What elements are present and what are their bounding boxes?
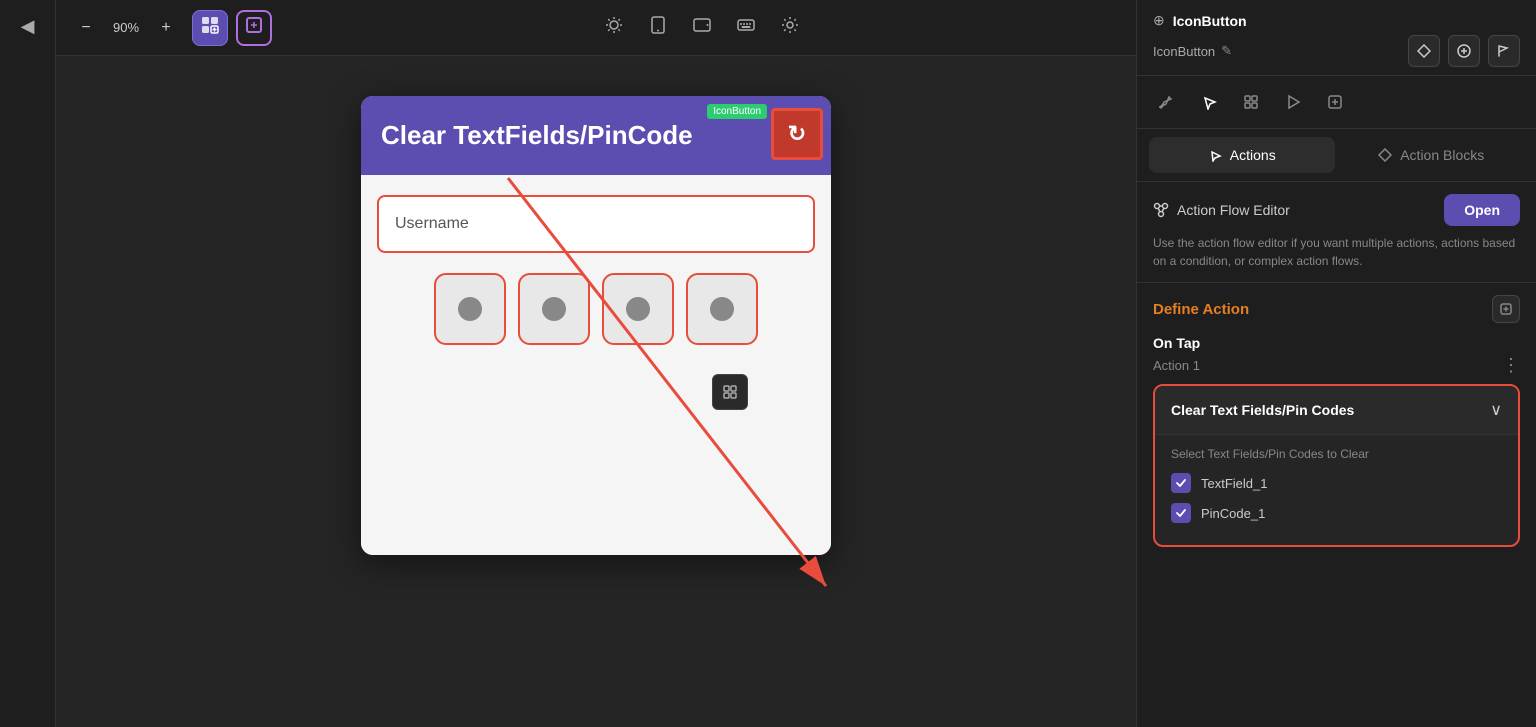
add-tool-button[interactable]: [1317, 84, 1353, 120]
clear-card-title: Clear Text Fields/Pin Codes: [1171, 402, 1354, 418]
clear-card-header: Clear Text Fields/Pin Codes ∨: [1155, 386, 1518, 435]
pin-cell-4[interactable]: [686, 273, 758, 345]
panel-component-subtitle: IconButton: [1153, 44, 1215, 59]
main-area: − 90% +: [56, 0, 1136, 727]
component-icon: [245, 16, 263, 39]
settings-icon: [781, 16, 799, 39]
action-flow-section: Action Flow Editor Open Use the action f…: [1137, 182, 1536, 283]
tablet-view-button[interactable]: [684, 10, 720, 46]
action-blocks-tab-label: Action Blocks: [1400, 147, 1484, 163]
panel-component-title: IconButton: [1173, 13, 1247, 29]
left-sidebar: ◀: [0, 0, 56, 727]
refresh-icon: ↻: [788, 121, 806, 147]
actions-tab-label: Actions: [1230, 147, 1276, 163]
clear-text-fields-card: Clear Text Fields/Pin Codes ∨ Select Tex…: [1153, 384, 1520, 547]
action-1-menu-button[interactable]: ⋮: [1502, 355, 1520, 376]
action-blocks-tab[interactable]: Action Blocks: [1339, 137, 1525, 173]
phone-mockup: IconButton Clear TextFields/PinCode ↻ Us…: [361, 96, 831, 555]
clear-card-body: Select Text Fields/Pin Codes to Clear Te…: [1155, 435, 1518, 545]
phone-icon-button[interactable]: ↻: [771, 108, 823, 160]
action-1-row: Action 1 ⋮: [1153, 355, 1520, 376]
action-1-label: Action 1: [1153, 358, 1200, 373]
open-button[interactable]: Open: [1444, 194, 1520, 226]
pincode-checkbox-row: PinCode_1: [1171, 503, 1502, 523]
canvas-area: IconButton Clear TextFields/PinCode ↻ Us…: [56, 56, 1136, 727]
flag-icon-button[interactable]: [1488, 35, 1520, 67]
tablet-view-icon: [693, 18, 711, 37]
pin-row: [377, 273, 815, 345]
pincode-label: PinCode_1: [1201, 506, 1265, 521]
component-plus-icon: ⊕: [1153, 12, 1165, 29]
settings-button[interactable]: [772, 10, 808, 46]
diamond-icon-button[interactable]: [1408, 35, 1440, 67]
clear-card-chevron[interactable]: ∨: [1490, 400, 1502, 420]
pin-dot-2: [542, 297, 566, 321]
textfield-checkbox-row: TextField_1: [1171, 473, 1502, 493]
minus-icon: −: [81, 19, 90, 37]
zoom-in-button[interactable]: +: [148, 10, 184, 46]
textfield-checkbox[interactable]: [1171, 473, 1191, 493]
zoom-controls: − 90% +: [68, 10, 184, 46]
grid-tool-button[interactable]: [1233, 84, 1269, 120]
connector-button[interactable]: [712, 374, 748, 410]
phone-view-icon: [651, 16, 665, 39]
phone-content: Username: [361, 175, 831, 555]
collapse-button[interactable]: ◀: [10, 8, 46, 44]
panel-toolbar: [1137, 76, 1536, 129]
interaction-tool-button[interactable]: [1191, 84, 1227, 120]
phone-title: Clear TextFields/PinCode: [381, 120, 811, 151]
right-panel: ⊕ IconButton IconButton ✎: [1136, 0, 1536, 727]
keyboard-icon: [737, 18, 755, 37]
define-action-title: Define Action: [1153, 301, 1249, 318]
pin-dot-3: [626, 297, 650, 321]
add-panel-button[interactable]: [1448, 35, 1480, 67]
brush-tool-button[interactable]: [1149, 84, 1185, 120]
define-action-section: Define Action On Tap Action 1 ⋮ Clear Te…: [1137, 283, 1536, 559]
action-flow-editor-label: Action Flow Editor: [1177, 202, 1290, 218]
play-tool-button[interactable]: [1275, 84, 1311, 120]
pin-dot-4: [710, 297, 734, 321]
zoom-value: 90%: [108, 20, 144, 35]
sun-icon: [605, 16, 623, 39]
panel-top-icons: [1408, 35, 1520, 67]
define-action-icon-button[interactable]: [1492, 295, 1520, 323]
right-panel-header: ⊕ IconButton IconButton ✎: [1137, 0, 1536, 76]
sun-button[interactable]: [596, 10, 632, 46]
toolbar-center: [596, 10, 808, 46]
add-widget-icon: [201, 16, 219, 39]
textfield-label: TextField_1: [1201, 476, 1267, 491]
pincode-checkbox[interactable]: [1171, 503, 1191, 523]
edit-icon[interactable]: ✎: [1221, 43, 1232, 59]
username-field[interactable]: Username: [377, 195, 815, 253]
pin-cell-3[interactable]: [602, 273, 674, 345]
plus-icon: +: [161, 19, 170, 37]
zoom-out-button[interactable]: −: [68, 10, 104, 46]
pin-cell-1[interactable]: [434, 273, 506, 345]
collapse-icon: ◀: [21, 16, 35, 37]
icon-button-label: IconButton: [707, 104, 767, 119]
top-toolbar: − 90% +: [56, 0, 1136, 56]
action-flow-description: Use the action flow editor if you want m…: [1153, 234, 1520, 270]
add-widget-button[interactable]: [192, 10, 228, 46]
component-button[interactable]: [236, 10, 272, 46]
action-flow-label: Action Flow Editor: [1153, 202, 1290, 218]
phone-view-button[interactable]: [640, 10, 676, 46]
pin-cell-2[interactable]: [518, 273, 590, 345]
on-tap-label: On Tap: [1153, 335, 1520, 351]
actions-tabs: Actions Action Blocks: [1137, 129, 1536, 182]
clear-card-description: Select Text Fields/Pin Codes to Clear: [1171, 447, 1502, 461]
actions-tab[interactable]: Actions: [1149, 137, 1335, 173]
pin-dot-1: [458, 297, 482, 321]
phone-header: IconButton Clear TextFields/PinCode ↻: [361, 96, 831, 175]
keyboard-button[interactable]: [728, 10, 764, 46]
